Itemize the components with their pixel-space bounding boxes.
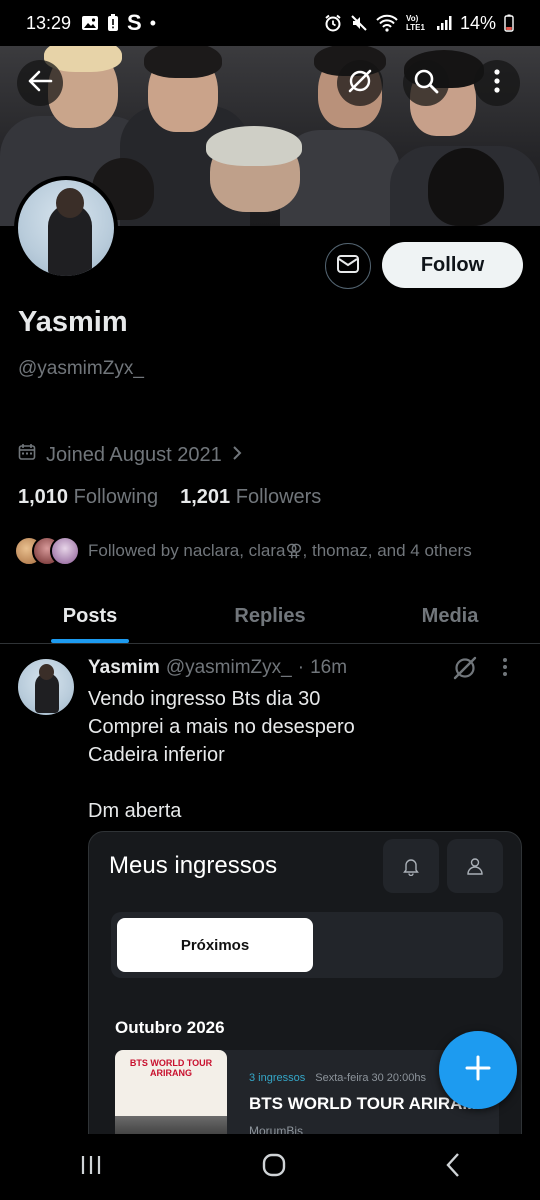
compose-button[interactable] xyxy=(439,1031,517,1109)
envelope-icon xyxy=(336,254,360,279)
more-vertical-icon[interactable] xyxy=(502,657,508,683)
post-line: Vendo ingresso Bts dia 30 xyxy=(88,688,321,710)
grok-icon[interactable] xyxy=(452,655,478,686)
poster-text: BTS WORLD TOUR ARIRANG xyxy=(129,1058,213,1078)
media-month: Outubro 2026 xyxy=(115,1018,225,1037)
alert-battery-icon xyxy=(107,14,119,32)
followers-link[interactable]: 1,201 Followers xyxy=(180,486,321,509)
avatar xyxy=(50,536,80,566)
post-line: Dm aberta xyxy=(88,800,182,822)
ticket-poster: BTS WORLD TOUR ARIRANG xyxy=(115,1050,227,1134)
joined-date[interactable]: Joined August 2021 xyxy=(18,443,242,467)
post-separator: · xyxy=(297,657,305,678)
followed-by[interactable]: Followed by naclara, clara⚢, thomaz, and… xyxy=(14,536,472,566)
carrier-label: Vo) LTE1 xyxy=(405,14,425,32)
more-vertical-icon xyxy=(493,68,501,98)
media-segment-active: Próximos xyxy=(117,918,313,972)
joined-label: Joined August 2021 xyxy=(46,443,222,466)
ticket-event-name: BTS WORLD TOUR ARIRA... xyxy=(249,1094,477,1113)
calendar-icon xyxy=(18,443,36,467)
media-title: Meus ingressos xyxy=(109,852,278,879)
follow-button[interactable]: Follow xyxy=(382,242,523,288)
ticket-date: Sexta-feira 30 20:00hs xyxy=(315,1072,426,1084)
plus-icon xyxy=(463,1053,493,1088)
follow-stats: 1,010 Following 1,201 Followers xyxy=(18,486,321,509)
recents-button[interactable] xyxy=(79,1153,103,1182)
search-button[interactable] xyxy=(403,60,449,106)
more-options-button[interactable] xyxy=(474,60,520,106)
post-line: Cadeira inferior xyxy=(88,744,225,766)
bell-icon xyxy=(383,839,439,893)
post-header: Yasmim @yasmimZyx_ · 16m xyxy=(88,657,347,679)
post-time: 16m xyxy=(310,657,348,678)
system-nav-bar xyxy=(0,1134,540,1200)
post-avatar[interactable] xyxy=(18,659,74,715)
post-line: Comprei a mais no desespero xyxy=(88,716,355,738)
profile-avatar[interactable] xyxy=(14,176,118,280)
profile-name: Yasmim xyxy=(18,306,128,338)
followed-by-avatars xyxy=(14,536,80,566)
followed-by-text: Followed by naclara, clara⚢, thomaz, and… xyxy=(88,541,472,560)
home-button[interactable] xyxy=(261,1152,287,1183)
tab-posts[interactable]: Posts xyxy=(0,590,180,643)
grok-button[interactable] xyxy=(337,60,383,106)
mute-icon xyxy=(350,14,368,32)
profile-tabs: Posts Replies Media xyxy=(0,590,540,644)
status-bar: 13:29 S • Vo) LTE1 14% xyxy=(0,0,540,46)
profile-handle: @yasmimZyx_ xyxy=(18,358,144,379)
gallery-icon xyxy=(81,15,99,31)
ticket-count: 3 ingressos xyxy=(249,1072,306,1084)
back-button[interactable] xyxy=(17,60,63,106)
followers-label: Followers xyxy=(235,486,322,508)
tab-replies[interactable]: Replies xyxy=(180,590,360,643)
chevron-right-icon xyxy=(232,444,242,467)
media-segment: Próximos xyxy=(111,912,503,978)
signal-icon xyxy=(436,15,452,31)
battery-percent: 14% xyxy=(459,12,496,33)
post-author-handle[interactable]: @yasmimZyx_ xyxy=(166,657,292,679)
post-text: Vendo ingresso Bts dia 30 Comprei a mais… xyxy=(88,685,355,825)
arrow-left-icon xyxy=(27,70,53,97)
status-time: 13:29 xyxy=(26,12,72,33)
battery-icon xyxy=(504,14,514,32)
ticket-meta: 3 ingressos Sexta-feira 30 20:00hs xyxy=(249,1072,426,1084)
tab-media[interactable]: Media xyxy=(360,590,540,643)
message-button[interactable] xyxy=(325,243,371,289)
s-app-icon: S xyxy=(127,10,142,35)
grok-icon xyxy=(346,67,374,100)
user-icon xyxy=(447,839,503,893)
post-line xyxy=(88,769,355,797)
wifi-icon xyxy=(376,14,398,32)
following-label: Following xyxy=(73,486,159,508)
dot-indicator: • xyxy=(149,12,157,33)
search-icon xyxy=(413,68,439,99)
back-nav-button[interactable] xyxy=(445,1152,461,1183)
followers-count: 1,201 xyxy=(180,486,231,508)
alarm-icon xyxy=(324,14,342,32)
post-author-name[interactable]: Yasmim xyxy=(88,657,160,679)
following-count: 1,010 xyxy=(18,486,69,508)
following-link[interactable]: 1,010 Following xyxy=(18,486,158,509)
